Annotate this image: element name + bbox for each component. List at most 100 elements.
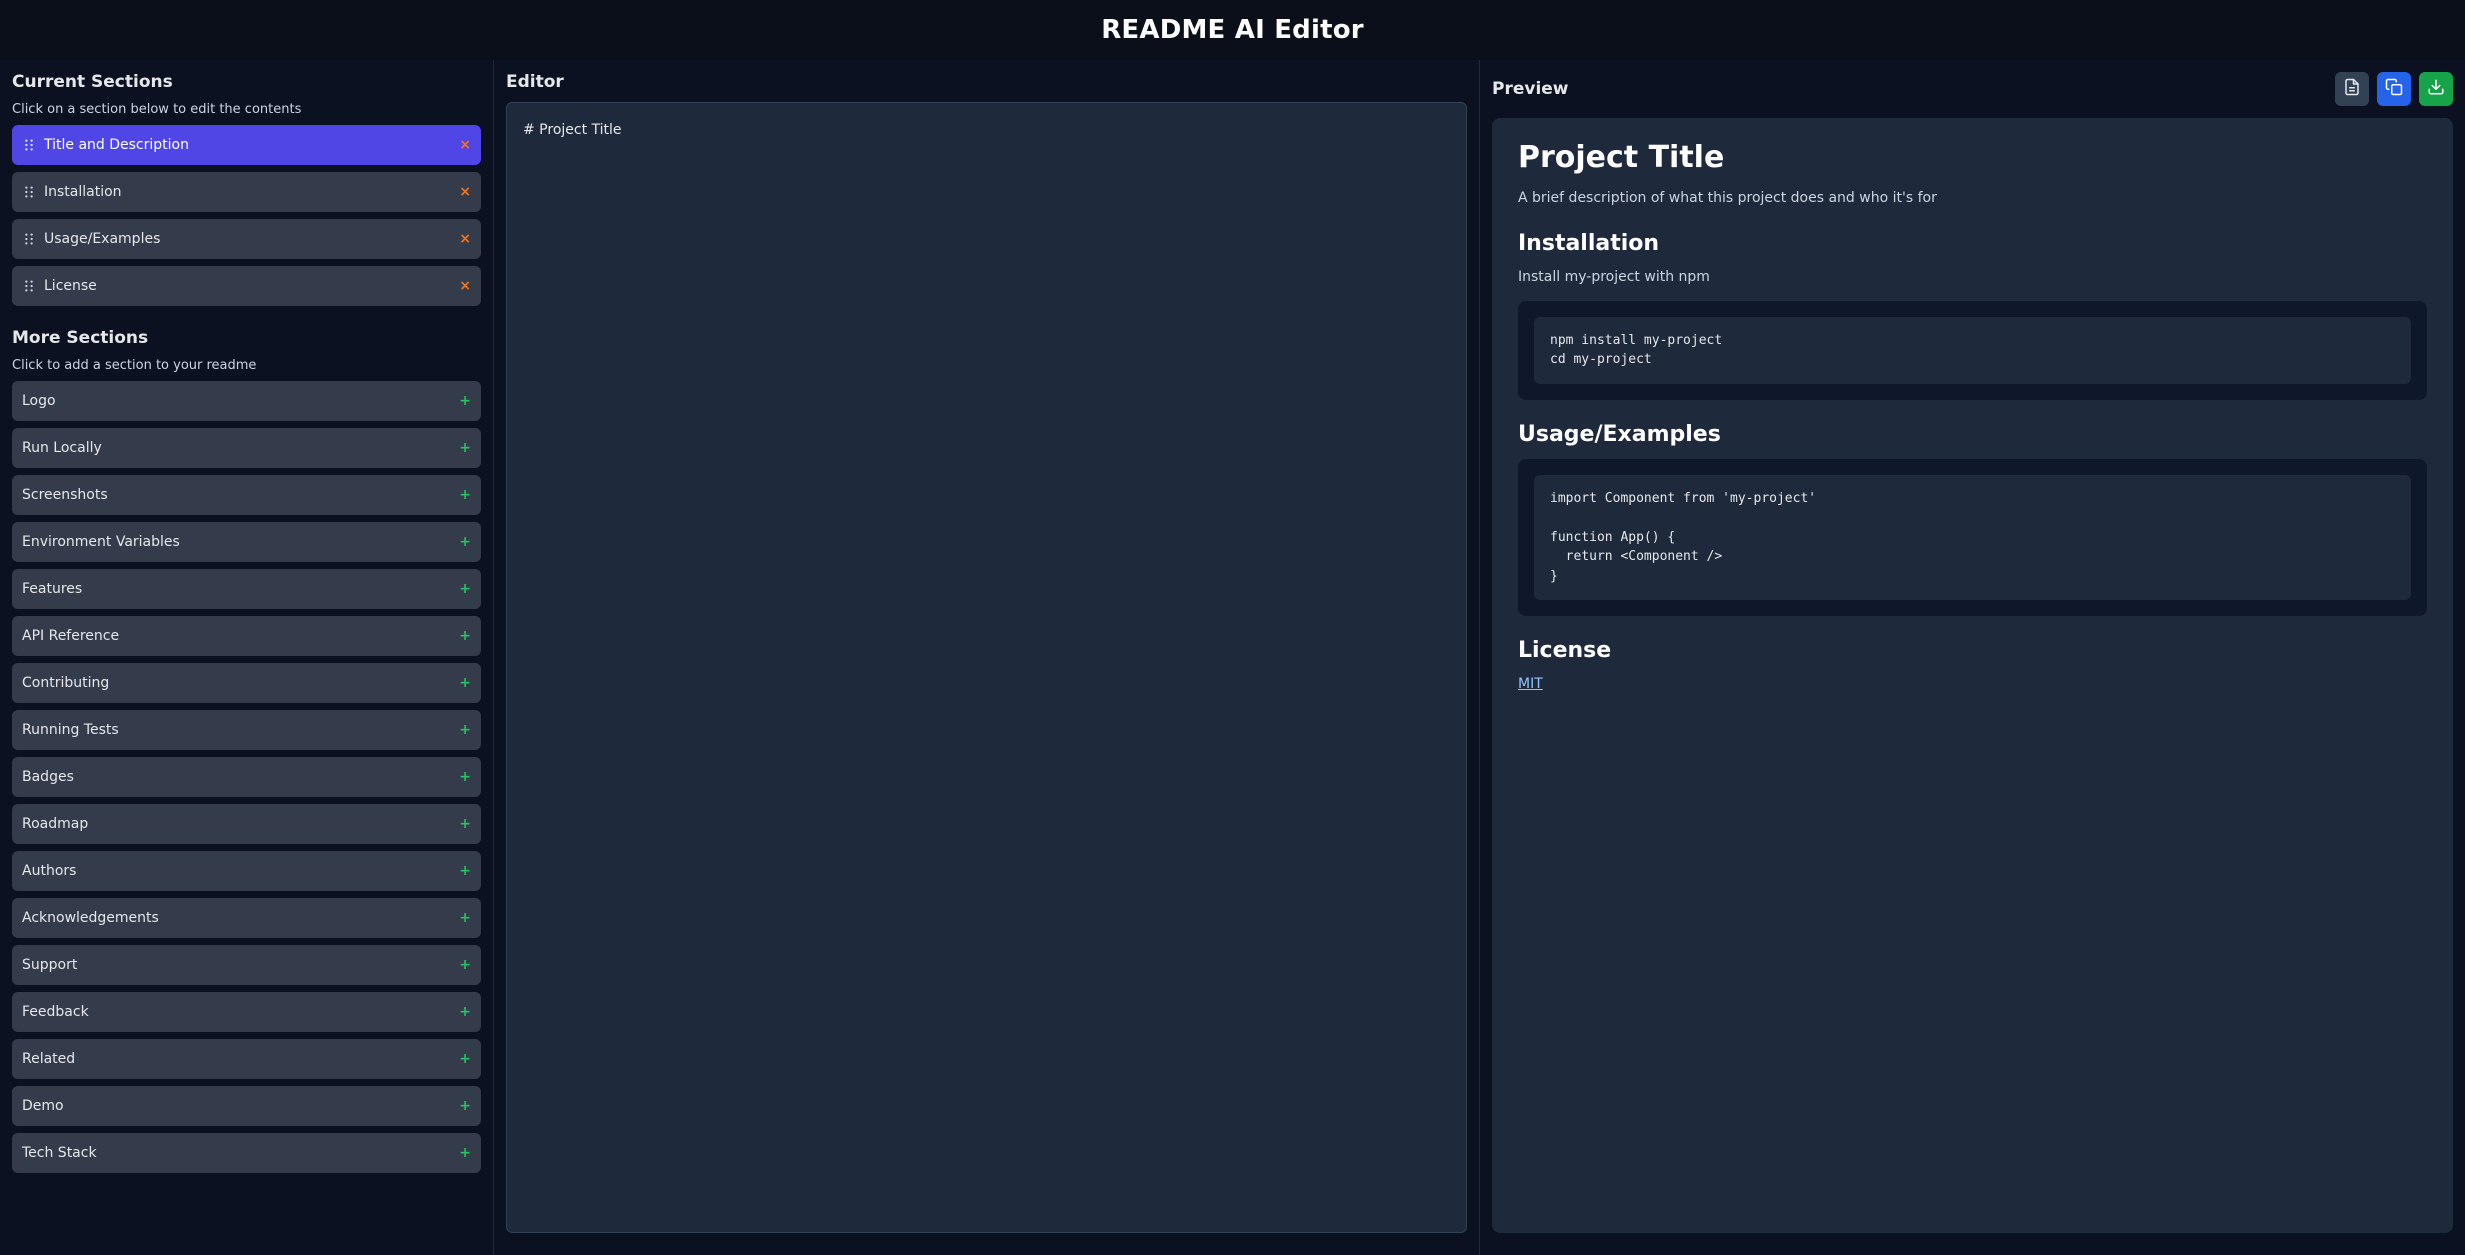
current-sections-list: Title and Description×Installation×Usage… [12,125,481,306]
drag-handle-icon[interactable] [22,138,36,152]
section-item-label: Screenshots [22,487,108,503]
section-item-label: Related [22,1051,75,1067]
section-item-label: Logo [22,393,56,409]
add-section-icon[interactable]: + [459,628,471,644]
preview-box: Project Title A brief description of wha… [1492,118,2453,1233]
preview-actions [2335,72,2453,106]
section-item-label: Roadmap [22,816,88,832]
preview-install-text: Install my-project with npm [1518,266,2427,288]
section-item-label: Feedback [22,1004,89,1020]
main-layout: Current Sections Click on a section belo… [0,60,2465,1255]
more-section-item[interactable]: Logo + [12,381,481,421]
section-item-label: Demo [22,1098,64,1114]
drag-handle-icon[interactable] [22,185,36,199]
more-section-item[interactable]: Screenshots + [12,475,481,515]
current-sections-title: Current Sections [12,72,481,92]
section-item-label: Support [22,957,77,973]
section-item-label: Authors [22,863,76,879]
add-section-icon[interactable]: + [459,957,471,973]
add-section-icon[interactable]: + [459,722,471,738]
section-item-label: Features [22,581,82,597]
code-install: npm install my-project cd my-project [1550,331,2395,370]
more-section-item[interactable]: Roadmap + [12,804,481,844]
drag-handle-icon[interactable] [22,279,36,293]
more-section-item[interactable]: Environment Variables + [12,522,481,562]
add-section-icon[interactable]: + [459,581,471,597]
download-icon [2427,78,2445,100]
sidebar: Current Sections Click on a section belo… [0,60,494,1255]
section-item-label: Tech Stack [22,1145,97,1161]
section-item-label: Badges [22,769,74,785]
more-section-item[interactable]: Feedback + [12,992,481,1032]
section-item-label: Environment Variables [22,534,180,550]
more-sections-list: Logo+Run Locally+Screenshots+Environment… [12,381,481,1173]
section-item-label: API Reference [22,628,119,644]
section-item-label: Installation [44,184,122,200]
preview-panel: Preview Pr [1480,60,2465,1255]
add-section-icon[interactable]: + [459,769,471,785]
current-section-item[interactable]: Title and Description × [12,125,481,165]
license-link[interactable]: MIT [1518,676,1543,692]
more-section-item[interactable]: Acknowledgements + [12,898,481,938]
remove-section-icon[interactable]: × [459,278,471,294]
code-block-install: npm install my-project cd my-project [1518,301,2427,400]
add-section-icon[interactable]: + [459,487,471,503]
more-section-item[interactable]: Support + [12,945,481,985]
section-item-label: Usage/Examples [44,231,160,247]
preview-header: Preview [1492,72,2453,106]
section-item-label: Acknowledgements [22,910,159,926]
add-section-icon[interactable]: + [459,534,471,550]
preview-title: Preview [1492,79,1569,99]
more-section-item[interactable]: Features + [12,569,481,609]
add-section-icon[interactable]: + [459,393,471,409]
editor-panel: Editor [494,60,1480,1255]
preview-h1: Project Title [1518,140,2427,175]
add-section-icon[interactable]: + [459,440,471,456]
more-section-item[interactable]: Related + [12,1039,481,1079]
copy-button[interactable] [2377,72,2411,106]
current-section-item[interactable]: Usage/Examples × [12,219,481,259]
remove-section-icon[interactable]: × [459,184,471,200]
more-section-item[interactable]: Tech Stack + [12,1133,481,1173]
remove-section-icon[interactable]: × [459,137,471,153]
app-header: README AI Editor [0,0,2465,60]
section-item-label: Contributing [22,675,109,691]
current-section-item[interactable]: License × [12,266,481,306]
add-section-icon[interactable]: + [459,910,471,926]
drag-handle-icon[interactable] [22,232,36,246]
raw-markdown-button[interactable] [2335,72,2369,106]
app-title: README AI Editor [1101,15,1364,45]
section-item-label: Title and Description [44,137,189,153]
add-section-icon[interactable]: + [459,675,471,691]
add-section-icon[interactable]: + [459,1145,471,1161]
more-section-item[interactable]: Authors + [12,851,481,891]
more-section-item[interactable]: Running Tests + [12,710,481,750]
editor-textarea[interactable] [523,117,1450,170]
current-section-item[interactable]: Installation × [12,172,481,212]
more-section-item[interactable]: API Reference + [12,616,481,656]
section-item-label: Running Tests [22,722,119,738]
more-section-item[interactable]: Contributing + [12,663,481,703]
section-item-label: Run Locally [22,440,102,456]
more-section-item[interactable]: Demo + [12,1086,481,1126]
preview-h2-license: License [1518,638,2427,663]
remove-section-icon[interactable]: × [459,231,471,247]
download-button[interactable] [2419,72,2453,106]
add-section-icon[interactable]: + [459,816,471,832]
file-icon [2343,78,2361,100]
add-section-icon[interactable]: + [459,1051,471,1067]
more-section-item[interactable]: Run Locally + [12,428,481,468]
add-section-icon[interactable]: + [459,1004,471,1020]
section-item-label: License [44,278,97,294]
preview-description: A brief description of what this project… [1518,187,2427,209]
editor-box [506,102,1467,1233]
code-inner-install: npm install my-project cd my-project [1534,317,2411,384]
preview-license-line: MIT [1518,673,2427,695]
add-section-icon[interactable]: + [459,1098,471,1114]
preview-h2-usage: Usage/Examples [1518,422,2427,447]
current-sections-subtitle: Click on a section below to edit the con… [12,102,481,117]
code-usage: import Component from 'my-project' funct… [1550,489,2395,587]
more-section-item[interactable]: Badges + [12,757,481,797]
add-section-icon[interactable]: + [459,863,471,879]
copy-icon [2385,78,2403,100]
